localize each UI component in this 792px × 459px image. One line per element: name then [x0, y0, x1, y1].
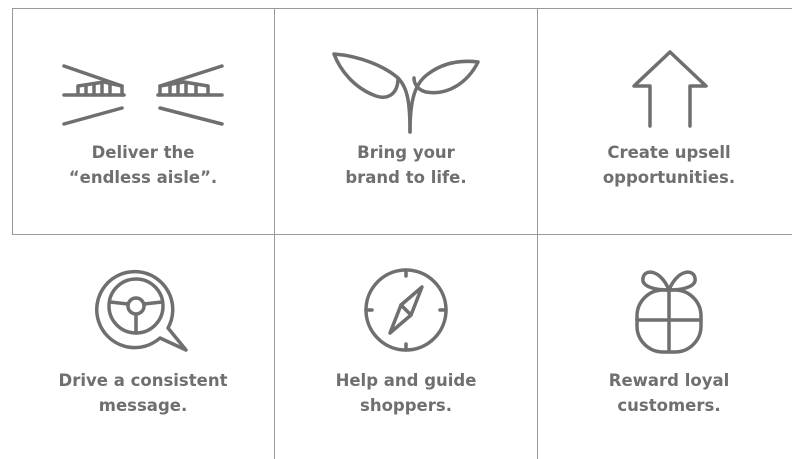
feature-consistent-message [12, 262, 274, 358]
steering-wheel-bubble-icon [88, 262, 198, 358]
house-arrow-icon [614, 46, 724, 130]
gift-icon [621, 264, 717, 356]
feature-title-line1: Bring your [357, 143, 455, 162]
feature-title-line1: Create upsell [607, 143, 731, 162]
feature-label-upsell: Create upsell opportunities. [538, 140, 792, 190]
feature-sprout [275, 44, 537, 136]
feature-title-line1: Help and guide [335, 371, 477, 390]
feature-title-line2: “endless aisle”. [68, 168, 218, 187]
feature-endless-aisle [12, 60, 274, 130]
feature-label-sprout: Bring your brand to life. [275, 140, 537, 190]
grid-top-line [12, 8, 792, 9]
feature-title-line1: Drive a consistent [58, 371, 228, 390]
feature-title-line2: customers. [617, 396, 721, 415]
feature-title-line2: opportunities. [602, 168, 736, 187]
feature-title-line2: message. [98, 396, 188, 415]
feature-label-consistent-message: Drive a consistent message. [12, 368, 274, 418]
feature-title-line2: shoppers. [360, 396, 452, 415]
feature-guide-shoppers [275, 265, 537, 355]
feature-title-line1: Deliver the [91, 143, 195, 162]
compass-icon [358, 265, 454, 355]
feature-title-line2: brand to life. [345, 168, 467, 187]
grid-middle-line [12, 234, 792, 235]
feature-label-guide-shoppers: Help and guide shoppers. [275, 368, 537, 418]
sprout-icon [326, 44, 486, 136]
endless-aisle-icon [58, 60, 228, 130]
feature-upsell [538, 46, 792, 130]
feature-title-line1: Reward loyal [608, 371, 730, 390]
feature-label-endless-aisle: Deliver the “endless aisle”. [12, 140, 274, 190]
feature-reward-loyal [538, 264, 792, 356]
feature-label-reward-loyal: Reward loyal customers. [538, 368, 792, 418]
